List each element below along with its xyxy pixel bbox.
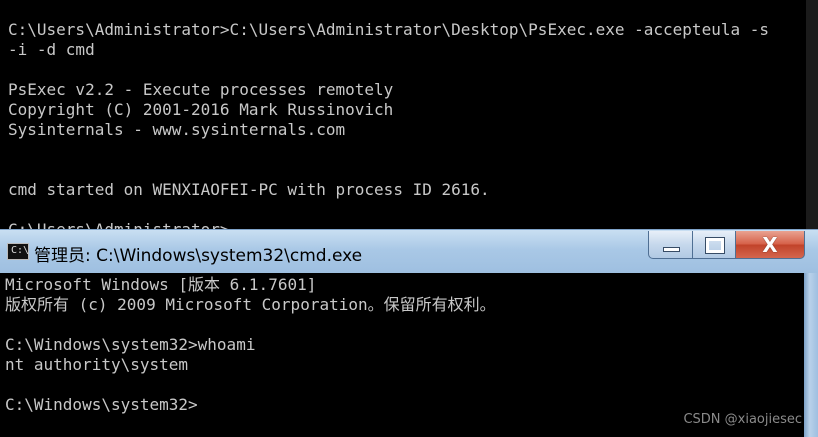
cmd-icon[interactable]: C:\ [7,243,29,260]
cmd-icon-text: C:\ [11,245,30,256]
bg-console-scrollbar[interactable] [806,0,818,240]
maximize-button[interactable] [692,231,736,259]
bg-console-line: Copyright (C) 2001-2016 Mark Russinovich [8,100,394,119]
console-line: nt authority\system [5,355,189,374]
console-line: Microsoft Windows [版本 6.1.7601] [5,275,317,294]
bg-console-line: -i -d cmd [8,40,95,59]
minimize-button[interactable] [648,231,693,259]
window-frame-right [804,273,818,437]
bg-console-line: cmd started on WENXIAOFEI-PC with proces… [8,180,490,199]
bg-console-line: Sysinternals - www.sysinternals.com [8,120,346,139]
bg-console-line: C:\Users\Administrator>C:\Users\Administ… [8,20,769,39]
close-button[interactable]: X [735,231,805,259]
close-icon: X [762,233,778,257]
bg-console-line: PsExec v2.2 - Execute processes remotely [8,80,394,99]
watermark: CSDN @xiaojiesec [683,412,802,427]
background-console[interactable]: C:\Users\Administrator>C:\Users\Administ… [0,0,818,240]
maximize-icon [705,237,725,254]
console-line: 版权所有 (c) 2009 Microsoft Corporation。保留所有… [5,295,496,314]
minimize-icon [663,247,680,252]
title-bar[interactable]: C:\ 管理员: C:\Windows\system32\cmd.exe X [0,229,818,274]
window-title: 管理员: C:\Windows\system32\cmd.exe [34,246,363,266]
cmd-window[interactable]: C:\ 管理员: C:\Windows\system32\cmd.exe X M… [0,229,818,437]
console-prompt: C:\Windows\system32> [5,395,198,414]
console-line: C:\Windows\system32>whoami [5,335,256,354]
